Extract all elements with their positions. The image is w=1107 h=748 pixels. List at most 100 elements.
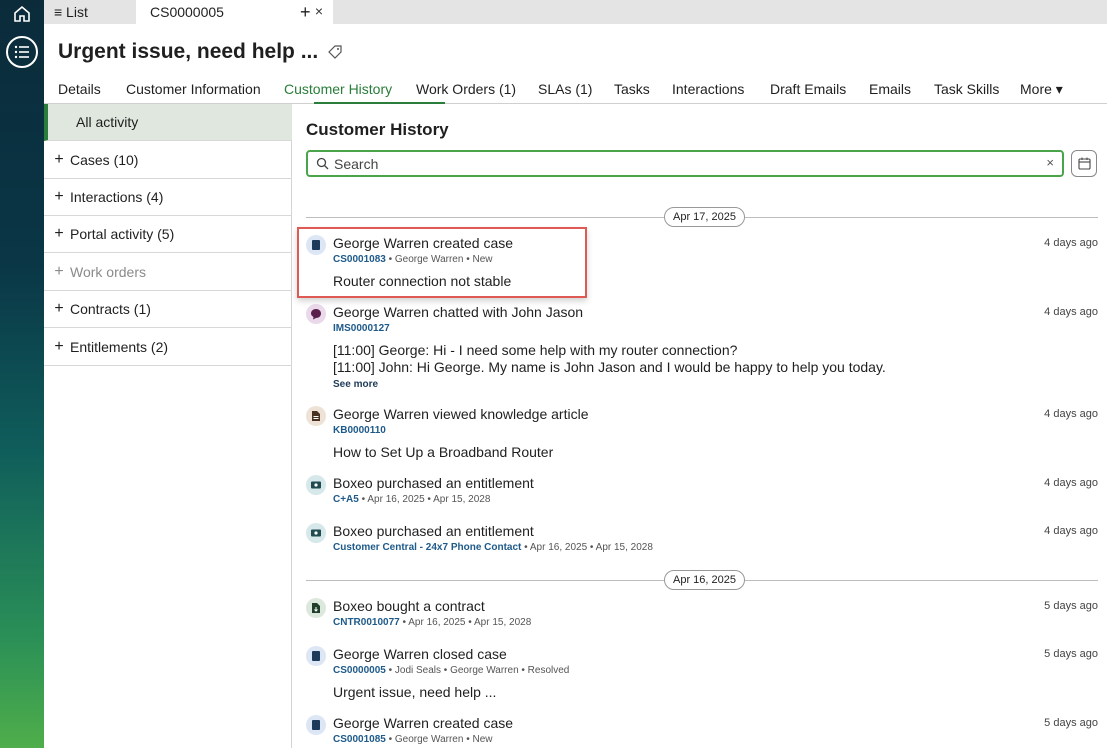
record-title: Urgent issue, need help ...	[58, 40, 319, 63]
tag-icon[interactable]	[328, 45, 342, 59]
filter-all-activity[interactable]: All activity	[44, 104, 292, 141]
record-link[interactable]: C+A5	[333, 494, 359, 505]
chat-icon	[306, 304, 326, 324]
article-icon	[306, 406, 326, 426]
menu-icon[interactable]	[6, 36, 38, 68]
record-tab-label: CS0000005	[150, 4, 224, 20]
filter-contracts[interactable]: + Contracts (1)	[44, 291, 292, 328]
list-tab[interactable]: ≡ List	[54, 0, 88, 24]
tab-emails[interactable]: Emails	[869, 81, 911, 97]
tab-details[interactable]: Details	[58, 81, 101, 97]
entry-time: 4 days ago	[1044, 237, 1098, 249]
section-title: Customer History	[306, 120, 449, 139]
entry-meta: Customer Central - 24x7 Phone Contact • …	[333, 542, 653, 553]
filter-work-orders: + Work orders	[44, 254, 292, 291]
entry-time: 5 days ago	[1044, 600, 1098, 612]
date-pill: Apr 17, 2025	[664, 207, 745, 227]
tab-more[interactable]: More ▾	[1020, 81, 1063, 98]
record-link[interactable]: CS0001085	[333, 734, 386, 745]
search-input[interactable]: Search ×	[306, 150, 1064, 177]
tab-task-skills[interactable]: Task Skills	[934, 81, 999, 97]
meta-text: • Jodi Seals • George Warren • Resolved	[385, 665, 570, 676]
filter-cases[interactable]: + Cases (10)	[44, 142, 292, 179]
highlight-box	[297, 227, 587, 298]
entry-heading: Boxeo purchased an entitlement	[333, 523, 534, 539]
plus-icon: +	[54, 300, 64, 317]
tab-customer-information[interactable]: Customer Information	[126, 81, 261, 97]
entry-heading: Boxeo purchased an entitlement	[333, 475, 534, 491]
entry-time: 4 days ago	[1044, 408, 1098, 420]
plus-icon: +	[54, 188, 64, 205]
filter-label: Contracts (1)	[70, 301, 151, 317]
search-icon	[316, 157, 329, 170]
entitlement-icon	[306, 523, 326, 543]
entry-meta: CS0000005 • Jodi Seals • George Warren •…	[333, 665, 569, 676]
plus-icon: +	[54, 338, 64, 355]
meta-text: • Apr 16, 2025 • Apr 15, 2028	[521, 542, 653, 553]
filter-label: Work orders	[70, 264, 146, 280]
plus-icon: +	[54, 151, 64, 168]
home-icon[interactable]	[12, 4, 32, 24]
tab-interactions[interactable]: Interactions	[672, 81, 744, 97]
meta-text: • George Warren • New	[385, 734, 493, 745]
app-rail	[0, 0, 44, 748]
filter-label: Interactions (4)	[70, 189, 164, 205]
clear-search-icon[interactable]: ×	[1046, 155, 1054, 170]
entry-text: [11:00] George: Hi - I need some help wi…	[333, 342, 738, 358]
entry-time: 4 days ago	[1044, 477, 1098, 489]
close-tab-icon[interactable]: ×	[315, 3, 323, 19]
entitlement-icon	[306, 475, 326, 495]
case-icon	[306, 646, 326, 666]
workspace-tabbar: ≡ List CS0000005 × +	[44, 0, 1107, 24]
entry-meta: KB0000110	[333, 425, 386, 436]
entry-meta: IMS0000127	[333, 323, 390, 334]
entry-heading: George Warren viewed knowledge article	[333, 406, 589, 422]
filter-interactions[interactable]: + Interactions (4)	[44, 179, 292, 216]
entry-text: How to Set Up a Broadband Router	[333, 444, 554, 460]
entry-heading: George Warren chatted with John Jason	[333, 304, 584, 320]
entry-meta: C+A5 • Apr 16, 2025 • Apr 15, 2028	[333, 494, 490, 505]
plus-icon: +	[54, 263, 64, 280]
active-tab-indicator	[314, 102, 445, 104]
tab-slas[interactable]: SLAs (1)	[538, 81, 592, 97]
record-link[interactable]: CNTR0010077	[333, 617, 400, 628]
new-tab-button[interactable]: +	[300, 0, 311, 24]
calendar-icon	[1077, 157, 1091, 170]
meta-text: • Apr 16, 2025 • Apr 15, 2028	[358, 494, 491, 505]
entry-heading: George Warren created case	[333, 715, 514, 731]
record-tabs: Details Customer Information Customer Hi…	[44, 78, 1107, 104]
contract-icon	[306, 598, 326, 618]
filter-label: Entitlements (2)	[70, 339, 169, 355]
entry-text: [11:00] John: Hi George. My name is John…	[333, 359, 886, 375]
entry-time: 5 days ago	[1044, 648, 1098, 660]
tab-draft-emails[interactable]: Draft Emails	[770, 81, 846, 97]
entry-text: Urgent issue, need help ...	[333, 684, 497, 700]
filter-label: Cases (10)	[70, 152, 139, 168]
date-filter-button[interactable]	[1071, 150, 1097, 177]
entry-time: 4 days ago	[1044, 306, 1098, 318]
record-link[interactable]: IMS0000127	[333, 323, 390, 334]
filter-entitlements[interactable]: + Entitlements (2)	[44, 329, 292, 366]
search-placeholder: Search	[334, 155, 379, 172]
see-more-link[interactable]: See more	[333, 379, 378, 390]
filter-label: All activity	[76, 114, 139, 130]
entry-meta: CS0001085 • George Warren • New	[333, 734, 493, 745]
tab-customer-history[interactable]: Customer History	[284, 81, 392, 97]
record-link[interactable]: CS0000005	[333, 665, 386, 676]
entry-meta: CNTR0010077 • Apr 16, 2025 • Apr 15, 202…	[333, 617, 531, 628]
meta-text: • Apr 16, 2025 • Apr 15, 2028	[399, 617, 532, 628]
plus-icon: +	[54, 225, 64, 242]
record-link[interactable]: KB0000110	[333, 425, 386, 436]
filter-portal-activity[interactable]: + Portal activity (5)	[44, 216, 292, 253]
activity-filter-panel: All activity + Cases (10) + Interactions (…	[44, 104, 292, 748]
record-link[interactable]: Customer Central - 24x7 Phone Contact	[333, 542, 521, 553]
entry-heading: Boxeo bought a contract	[333, 598, 485, 614]
date-pill: Apr 16, 2025	[664, 570, 745, 590]
filter-label: Portal activity (5)	[70, 226, 175, 242]
entry-heading: George Warren closed case	[333, 646, 507, 662]
entry-time: 4 days ago	[1044, 525, 1098, 537]
tab-work-orders[interactable]: Work Orders (1)	[416, 81, 516, 97]
tab-tasks[interactable]: Tasks	[614, 81, 650, 97]
page-title: Urgent issue, need help ...	[58, 40, 342, 64]
entry-time: 5 days ago	[1044, 717, 1098, 729]
